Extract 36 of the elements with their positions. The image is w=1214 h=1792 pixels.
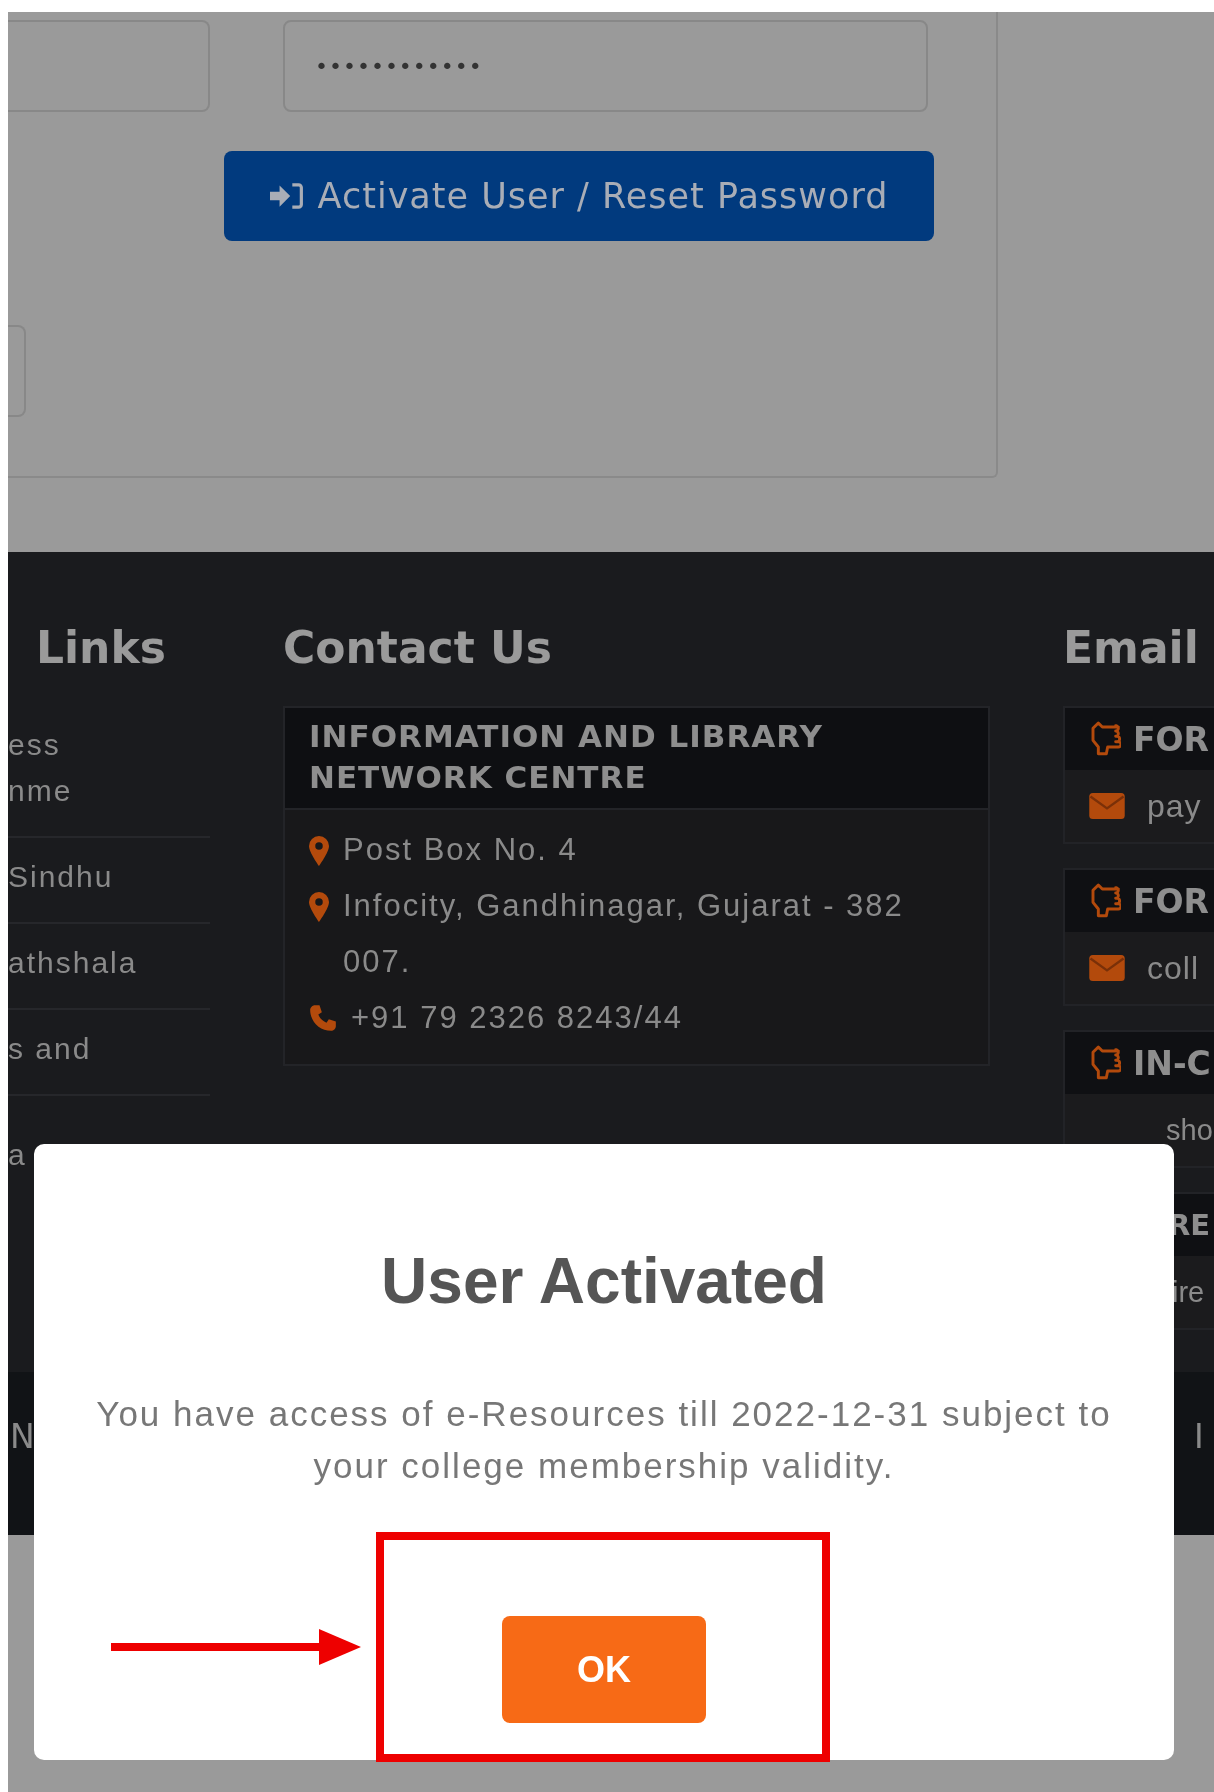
contact-text: Infocity, Gandhinagar, Gujarat - 382 007. [343,887,905,981]
dialog-message: You have access of e-Resources till 2022-12-31 subject to your college membership validity. [95,1393,1113,1487]
email-address[interactable]: pay [1147,787,1202,825]
organization-name: INFORMATION AND LIBRARY NETWORK CENTRE [309,717,824,797]
pointing-hand-icon [1089,1045,1121,1081]
dialog-title: User Activated [381,1244,827,1318]
email-category: IN-C [1133,1043,1211,1083]
envelope-icon [1089,955,1125,981]
map-pin-icon [309,836,329,866]
footer-link[interactable]: s and [8,1026,210,1072]
email-address[interactable]: sho [1166,1113,1213,1147]
pointing-hand-icon [1089,721,1121,757]
activate-button[interactable]: Activate User / Reset Password [224,151,934,241]
map-pin-icon [309,892,329,922]
pointing-hand-icon [1089,883,1121,919]
envelope-icon [1089,793,1125,819]
footer-text: N [10,1417,35,1456]
email-category: FOR [1133,719,1209,759]
sign-in-icon [269,182,304,210]
email-category: FOR [1133,881,1209,921]
contact-text: Post Box No. 4 [343,831,578,869]
footer-link[interactable]: nme [8,768,210,814]
footer-link[interactable]: athshala [8,940,210,986]
password-field[interactable]: •••••••••••• [283,20,928,112]
email-heading: Email [1063,622,1200,675]
footer-link[interactable]: ess [8,722,210,768]
footer-text: I [1194,1417,1204,1456]
ok-button[interactable]: OK [502,1616,706,1723]
email-address[interactable]: coll [1147,949,1199,987]
contact-heading: Contact Us [283,622,553,675]
links-heading: Links [35,622,167,675]
phone-icon [309,1004,337,1032]
input-field[interactable] [8,20,210,112]
footer-link[interactable]: Sindhu [8,854,210,900]
input-field[interactable] [8,325,26,417]
contact-text: +91 79 2326 8243/44 [351,999,683,1037]
